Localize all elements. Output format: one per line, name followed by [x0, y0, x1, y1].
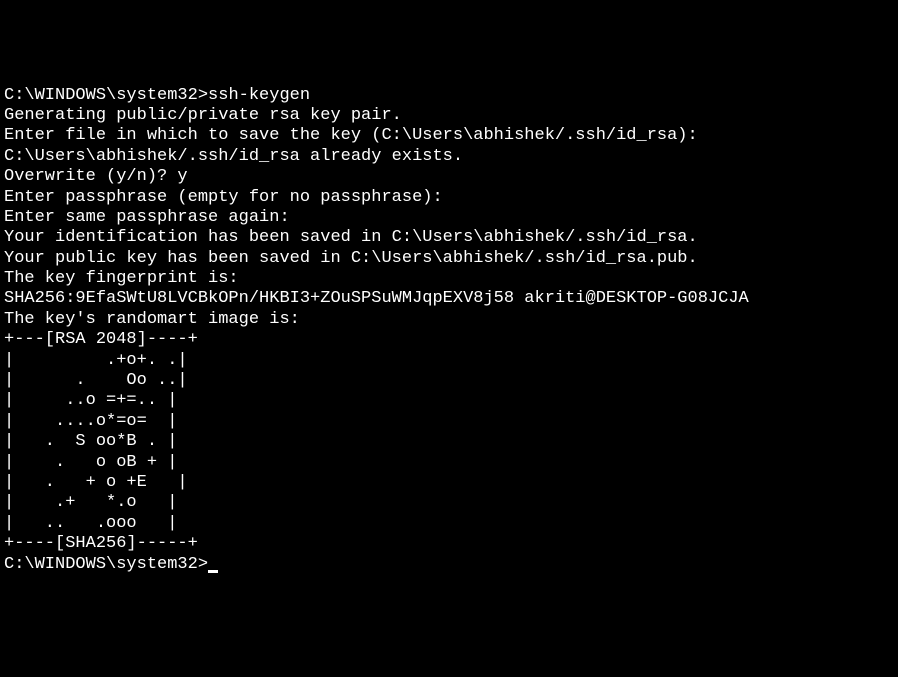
prompt: C:\WINDOWS\system32> — [4, 555, 208, 574]
prompt: C:\WINDOWS\system32> — [4, 86, 208, 105]
output-line: Enter same passphrase again: — [4, 208, 894, 228]
randomart-line: | ....o*=o= | — [4, 412, 894, 432]
randomart-line: | . + o +E | — [4, 473, 894, 493]
randomart-line: | .. .ooo | — [4, 514, 894, 534]
output-line: The key's randomart image is: — [4, 310, 894, 330]
output-line: Your public key has been saved in C:\Use… — [4, 249, 894, 269]
randomart-line: | . S oo*B . | — [4, 432, 894, 452]
randomart-line: | . o oB + | — [4, 453, 894, 473]
output-line: SHA256:9EfaSWtU8LVCBkOPn/HKBI3+ZOuSPSuWM… — [4, 289, 894, 309]
output-line: C:\Users\abhishek/.ssh/id_rsa already ex… — [4, 147, 894, 167]
prompt-line[interactable]: C:\WINDOWS\system32> — [4, 555, 894, 575]
randomart-line: +----[SHA256]-----+ — [4, 534, 894, 554]
output-line: Your identification has been saved in C:… — [4, 228, 894, 248]
output-line: Generating public/private rsa key pair. — [4, 106, 894, 126]
output-line: Enter file in which to save the key (C:\… — [4, 126, 894, 146]
terminal-window[interactable]: C:\WINDOWS\system32>ssh-keygenGenerating… — [4, 86, 894, 575]
randomart-line: | .+ *.o | — [4, 493, 894, 513]
output-line: Overwrite (y/n)? y — [4, 167, 894, 187]
output-line: The key fingerprint is: — [4, 269, 894, 289]
command-line: C:\WINDOWS\system32>ssh-keygen — [4, 86, 894, 106]
randomart-line: +---[RSA 2048]----+ — [4, 330, 894, 350]
command-text: ssh-keygen — [208, 86, 310, 105]
randomart-line: | .+o+. .| — [4, 351, 894, 371]
randomart-line: | . Oo ..| — [4, 371, 894, 391]
cursor-icon — [208, 570, 218, 573]
randomart-line: | ..o =+=.. | — [4, 391, 894, 411]
output-line: Enter passphrase (empty for no passphras… — [4, 188, 894, 208]
